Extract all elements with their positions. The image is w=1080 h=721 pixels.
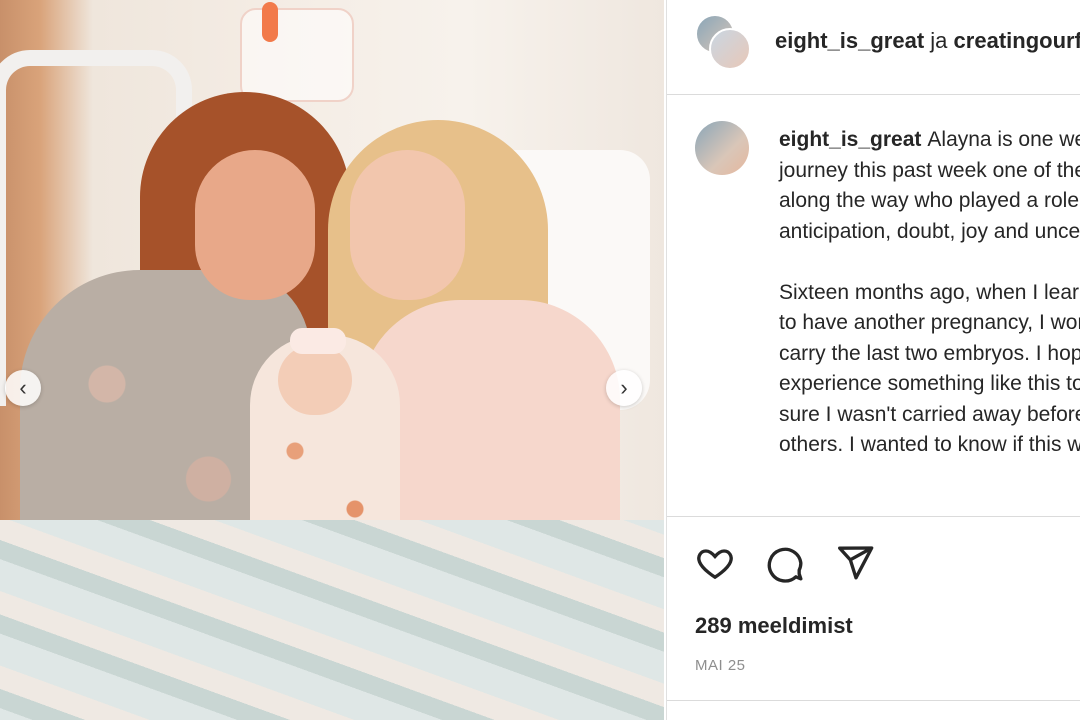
post-photo <box>0 0 664 720</box>
like-button[interactable] <box>695 543 735 583</box>
heart-icon <box>697 549 733 580</box>
carousel-next-button[interactable]: › <box>606 370 642 406</box>
comment-button[interactable] <box>765 543 805 583</box>
chevron-right-icon: › <box>620 375 628 400</box>
baby-face <box>278 345 352 415</box>
header-username[interactable]: eight_is_great <box>775 28 924 53</box>
post-date: MAI 25 <box>695 657 746 674</box>
post-header-text: eight_is_great ja creatingourf <box>775 28 1080 54</box>
caption-area: eight_is_greatAlayna is one week old! My… <box>667 95 1080 515</box>
header-connector: ja <box>930 28 948 53</box>
divider <box>667 700 1080 701</box>
blanket <box>0 520 664 720</box>
woman-right-face <box>350 150 465 300</box>
caption-text: eight_is_greatAlayna is one week old! My… <box>779 125 1080 491</box>
avatar[interactable] <box>695 121 749 175</box>
caption-username[interactable]: eight_is_great <box>779 128 921 151</box>
post-header: eight_is_great ja creatingourf <box>667 0 1080 95</box>
likes-count[interactable]: 289 meeldimist <box>695 613 853 639</box>
comment-icon <box>767 547 803 583</box>
woman-left-face <box>195 150 315 300</box>
baby-bow <box>290 328 346 354</box>
carousel-prev-button[interactable]: ‹ <box>5 370 41 406</box>
chevron-left-icon: ‹ <box>19 375 27 400</box>
iv-bag <box>240 8 354 102</box>
send-icon <box>838 546 874 580</box>
header-collaborator[interactable]: creatingourf <box>954 28 1080 53</box>
caption-paragraph-2: Sixteen months ago, when I learned I wou… <box>779 280 1080 457</box>
share-button[interactable] <box>835 543 875 583</box>
actions-panel: 289 meeldimist MAI 25 <box>667 516 1080 721</box>
post-sidebar: eight_is_great ja creatingourf eight_is_… <box>666 0 1080 720</box>
avatar-collaborator[interactable] <box>709 28 751 70</box>
iv-clip <box>262 2 278 42</box>
action-row <box>695 543 875 583</box>
